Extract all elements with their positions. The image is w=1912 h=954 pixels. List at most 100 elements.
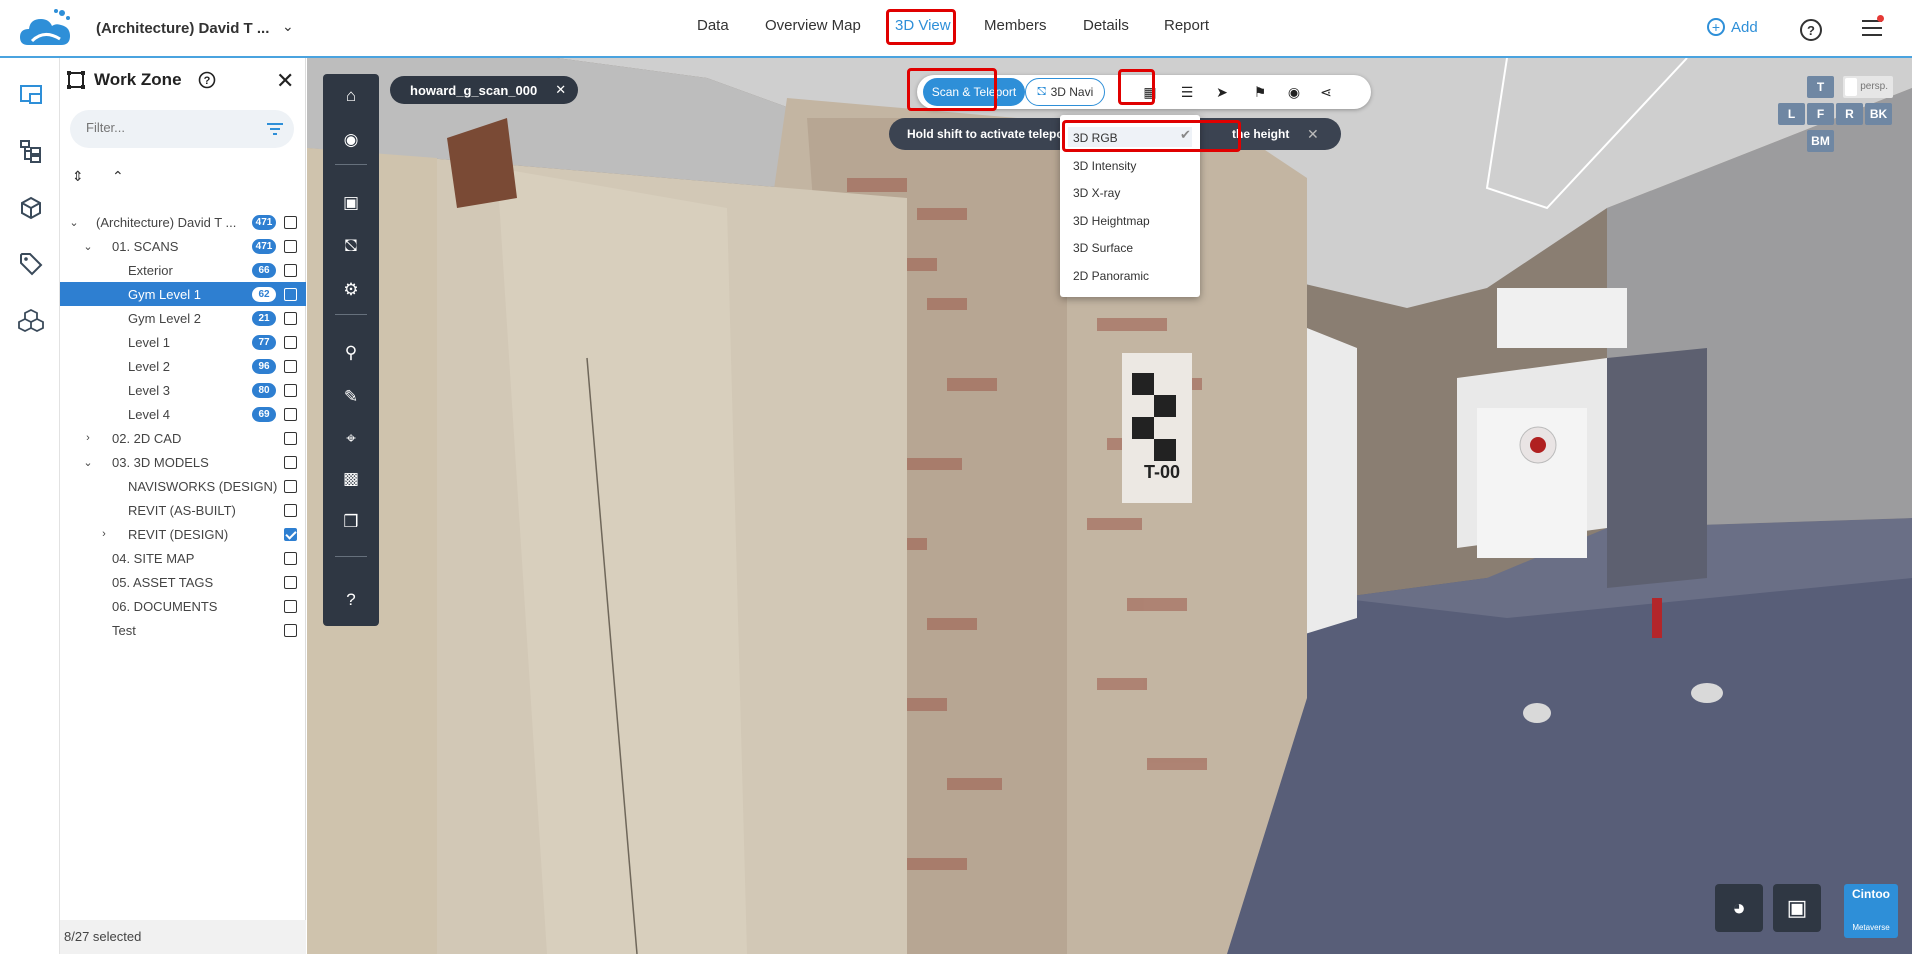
checkbox[interactable]	[284, 216, 297, 229]
scan-teleport-toggle[interactable]: Scan & Teleport	[923, 78, 1025, 106]
ruler-icon[interactable]: ✎	[339, 385, 363, 409]
checkbox[interactable]	[284, 456, 297, 469]
scan-chip[interactable]: howard_g_scan_000 ✕	[390, 76, 579, 104]
tree-item[interactable]: NAVISWORKS (DESIGN)	[60, 474, 306, 498]
cubes-icon[interactable]	[18, 308, 44, 334]
checkbox[interactable]	[284, 624, 297, 637]
checkbox[interactable]	[284, 360, 297, 373]
collapse-all-icon[interactable]: ⌃	[112, 168, 124, 185]
expand-all-icon[interactable]: ⇕	[72, 168, 84, 185]
checkbox[interactable]	[284, 432, 297, 445]
cube-icon[interactable]	[18, 195, 44, 221]
tree-item[interactable]: REVIT (AS-BUILT)	[60, 498, 306, 522]
cintoo-metaverse-button[interactable]: Cintoo Metaverse	[1844, 884, 1898, 938]
flag-icon[interactable]: ⚑	[1251, 83, 1269, 101]
view-front[interactable]: F	[1807, 103, 1834, 125]
render-mode-3d-intensity[interactable]: 3D Intensity	[1073, 159, 1136, 173]
render-mode-2d-panoramic[interactable]: 2D Panoramic	[1073, 269, 1149, 283]
perspective-toggle-knob[interactable]	[1845, 78, 1857, 96]
close-icon[interactable]: ✕	[276, 68, 294, 94]
checkbox-checked[interactable]	[284, 528, 297, 541]
camera-icon[interactable]: ◉	[1285, 83, 1303, 101]
close-icon[interactable]: ✕	[1307, 126, 1319, 143]
tree-item[interactable]: Level 3 80	[60, 378, 306, 402]
checkbox[interactable]	[284, 600, 297, 613]
chevron-down-icon[interactable]: ⌄	[282, 18, 294, 35]
add-button[interactable]: + Add	[1707, 18, 1758, 36]
screen-icon[interactable]: ▣	[339, 191, 363, 215]
help-icon[interactable]: ?	[339, 588, 363, 612]
tree-item[interactable]: Level 4 69	[60, 402, 306, 426]
tree-item[interactable]: Gym Level 2 21	[60, 306, 306, 330]
tree-item[interactable]: Level 1 77	[60, 330, 306, 354]
tree-item[interactable]: 06. DOCUMENTS	[60, 594, 306, 618]
vr-headset-icon[interactable]: ◕	[1715, 884, 1763, 932]
tree-item[interactable]: ⌄ (Architecture) David T ... 471	[60, 210, 306, 234]
tree-item[interactable]: 05. ASSET TAGS	[60, 570, 306, 594]
hamburger-menu-icon[interactable]	[1862, 20, 1882, 38]
chevron-down-icon[interactable]: ⌄	[82, 456, 94, 469]
view-back[interactable]: BK	[1865, 103, 1892, 125]
view-right[interactable]: R	[1836, 103, 1863, 125]
3d-viewer[interactable]: T-00 ⌂ ◉ ▣ ⛞ ⚙ ⚲ ✎ ⌖ ▩ ❒ ? howard_g_scan…	[307, 58, 1912, 954]
help-icon[interactable]: ?	[198, 71, 216, 89]
project-title[interactable]: (Architecture) David T ...	[96, 20, 269, 37]
checkbox[interactable]	[284, 408, 297, 421]
close-icon[interactable]: ✕	[555, 82, 566, 98]
help-icon[interactable]: ?	[1800, 19, 1822, 41]
nav-report[interactable]: Report	[1164, 17, 1209, 34]
view-left[interactable]: L	[1778, 103, 1805, 125]
checkbox[interactable]	[284, 264, 297, 277]
checkbox[interactable]	[284, 480, 297, 493]
nav-overview-map[interactable]: Overview Map	[765, 17, 861, 34]
tree-item[interactable]: ⌄ 03. 3D MODELS	[60, 450, 306, 474]
checkbox[interactable]	[284, 504, 297, 517]
3d-navi-toggle[interactable]: ⛞ 3D Navi	[1025, 78, 1105, 106]
checkbox[interactable]	[284, 384, 297, 397]
render-mode-3d-heightmap[interactable]: 3D Heightmap	[1073, 214, 1150, 228]
data-tree-icon[interactable]	[18, 82, 44, 108]
render-mode-3d-surface[interactable]: 3D Surface	[1073, 241, 1133, 255]
crop-icon[interactable]: ⌖	[339, 427, 363, 451]
view-top[interactable]: T	[1807, 76, 1834, 98]
render-mode-3d-xray[interactable]: 3D X-ray	[1073, 186, 1120, 200]
checkbox[interactable]	[284, 312, 297, 325]
hierarchy-icon[interactable]	[18, 138, 44, 164]
checkbox[interactable]	[284, 336, 297, 349]
view-bottom[interactable]: BM	[1807, 130, 1834, 152]
filter-input[interactable]	[86, 120, 256, 135]
chevron-right-icon[interactable]: ›	[98, 528, 110, 540]
filter-icon[interactable]	[266, 122, 284, 136]
compass-icon[interactable]: ◉	[339, 128, 363, 152]
checkbox[interactable]	[284, 576, 297, 589]
cintoo-logo[interactable]	[18, 7, 74, 51]
checkbox[interactable]	[284, 240, 297, 253]
tree-item[interactable]: › REVIT (DESIGN)	[60, 522, 306, 546]
tree-item[interactable]: 04. SITE MAP	[60, 546, 306, 570]
nav-details[interactable]: Details	[1083, 17, 1129, 34]
nav-members[interactable]: Members	[984, 17, 1047, 34]
tree-item[interactable]: ⌄ 01. SCANS 471	[60, 234, 306, 258]
minimap-icon[interactable]: ▣	[1773, 884, 1821, 932]
tree-item[interactable]: Test	[60, 618, 306, 642]
checkbox[interactable]	[284, 288, 297, 301]
home-icon[interactable]: ⌂	[339, 84, 363, 108]
chevron-down-icon[interactable]: ⌄	[68, 216, 80, 229]
gear-icon[interactable]: ⚙	[339, 278, 363, 302]
tree-item[interactable]: Level 2 96	[60, 354, 306, 378]
clip-box-icon[interactable]: ▩	[339, 467, 363, 491]
render-mode-grid-icon[interactable]: ▦	[1141, 83, 1159, 101]
layers-cube-icon[interactable]: ❒	[339, 510, 363, 534]
nav-data[interactable]: Data	[697, 17, 729, 34]
pointer-icon[interactable]: ➤	[1213, 83, 1231, 101]
nav-3d-view[interactable]: 3D View	[895, 17, 951, 34]
tree-item[interactable]: Exterior 66	[60, 258, 306, 282]
location-pin-icon[interactable]: ⚲	[339, 341, 363, 365]
checkbox[interactable]	[284, 552, 297, 565]
render-mode-3d-rgb[interactable]: 3D RGB	[1073, 131, 1118, 145]
tree-item[interactable]: › 02. 2D CAD	[60, 426, 306, 450]
share-icon[interactable]: ⋖	[1317, 83, 1335, 101]
layers-icon[interactable]: ☰	[1178, 83, 1196, 101]
chevron-right-icon[interactable]: ›	[82, 432, 94, 444]
chevron-down-icon[interactable]: ⌄	[82, 240, 94, 253]
